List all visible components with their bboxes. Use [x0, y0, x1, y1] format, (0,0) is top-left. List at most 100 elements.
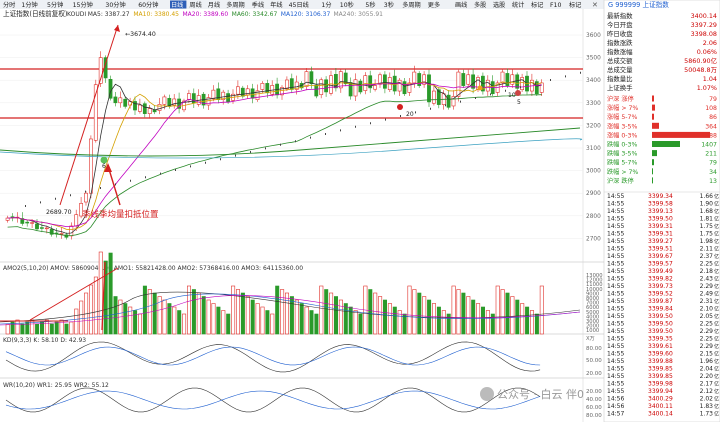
- price-tick-0: 3600: [586, 33, 601, 39]
- tab-16[interactable]: 3秒: [384, 1, 394, 9]
- tick-amount: 2.25: [700, 261, 714, 268]
- volume-bar: [333, 296, 338, 335]
- tab-12[interactable]: 45日线: [289, 1, 309, 9]
- tick-unit: 亿: [714, 231, 719, 238]
- volume-bar: [265, 310, 270, 335]
- breadth-label-1: 涨幅 > 7%: [607, 104, 638, 112]
- volume-bar: [240, 292, 245, 335]
- marker-2: 20: [406, 111, 414, 118]
- candle: [353, 79, 358, 97]
- volume-bar: [382, 299, 387, 335]
- price-tick-4: 3200: [586, 123, 601, 129]
- tab-14[interactable]: 10秒: [340, 1, 354, 9]
- volume-bar: [387, 303, 392, 335]
- tab-9[interactable]: 多周期: [226, 1, 245, 9]
- candle: [456, 71, 461, 97]
- volume-bar: [510, 296, 515, 335]
- volume-bar: [500, 289, 505, 335]
- breadth-value-5: 1407: [701, 142, 717, 149]
- price-tick-3: 3300: [586, 101, 601, 107]
- tab-15[interactable]: 5秒: [365, 1, 375, 9]
- ma-label-5: MA120: 3106.37: [281, 11, 331, 18]
- candle: [319, 79, 324, 95]
- tick-time: 14:55: [607, 381, 624, 388]
- tab-5[interactable]: 60分钟: [138, 1, 158, 9]
- tick-time: 14:55: [607, 208, 624, 215]
- candle: [304, 71, 309, 87]
- volume-bar: [25, 321, 30, 335]
- candle: [138, 104, 142, 112]
- tab-6[interactable]: 日线: [171, 1, 183, 9]
- candle: [250, 88, 255, 99]
- tick-time: 14:55: [607, 291, 624, 298]
- ma-label-2: MA10: 3380.45: [133, 11, 179, 18]
- annotation-text: 季线季均量扣抵位置: [82, 209, 159, 220]
- volume-bar: [505, 292, 510, 335]
- volume-bar: [378, 296, 383, 335]
- volume-bar: [471, 299, 476, 335]
- tab-3[interactable]: 15分钟: [73, 1, 93, 9]
- tick-price: 3399.87: [648, 298, 673, 305]
- volume-bar: [299, 303, 304, 335]
- candle: [84, 192, 88, 203]
- stat-label-6: 总成交量: [607, 65, 633, 74]
- tab-1[interactable]: 1分钟: [21, 1, 37, 9]
- tick-unit: 亿: [714, 268, 719, 275]
- candle: [162, 96, 167, 105]
- tab-4[interactable]: 30分钟: [105, 1, 125, 9]
- tab-0[interactable]: 分时: [3, 1, 15, 9]
- tick-time: 14:55: [607, 283, 624, 290]
- close-icon[interactable]: ✕: [592, 1, 598, 9]
- toolbar-button-6[interactable]: 标记: [569, 1, 581, 9]
- tick-amount: 2.04: [700, 366, 714, 373]
- tick-amount: 2.29: [700, 328, 714, 335]
- candle: [69, 225, 74, 237]
- tick-price: 3399.31: [648, 223, 673, 230]
- volume-bar: [182, 313, 187, 335]
- chart-title: 上证指数(日线前复权): [3, 9, 68, 18]
- tick-time: 14:55: [607, 351, 624, 358]
- breadth-bar-9: [652, 177, 653, 184]
- candle: [123, 98, 128, 107]
- wechat-icon: [480, 387, 494, 401]
- toolbar-button-5[interactable]: F10: [550, 2, 561, 9]
- volume-bar: [162, 299, 167, 335]
- volume-bar: [534, 313, 539, 335]
- volume-bar: [343, 303, 348, 335]
- candle: [142, 103, 147, 114]
- toolbar-button-1[interactable]: 多股: [474, 1, 486, 9]
- breadth-value-8: 34: [709, 169, 717, 176]
- toolbar-button-3[interactable]: 统计: [512, 1, 524, 9]
- tick-price: 3399.34: [648, 193, 673, 200]
- tick-unit: 亿: [714, 373, 719, 380]
- toolbar-button-0[interactable]: 画线: [455, 1, 467, 9]
- tick-price: 3399.35: [648, 336, 673, 343]
- tab-17[interactable]: 多周期: [402, 1, 421, 9]
- price-tick-9: 2700: [586, 236, 601, 242]
- tick-time: 14:55: [607, 246, 624, 253]
- tick-price: 3399.73: [648, 283, 673, 290]
- toolbar-button-2[interactable]: 选股: [493, 1, 505, 9]
- candle: [284, 79, 289, 90]
- price-tick-6: 3000: [586, 169, 601, 175]
- volume-bar: [284, 292, 289, 335]
- tab-11[interactable]: 年线: [270, 1, 282, 9]
- tab-7[interactable]: 周线: [189, 1, 201, 9]
- volume-bar: [177, 310, 182, 335]
- tick-unit: 亿: [714, 403, 719, 410]
- stat-value-5: 5860.90亿: [684, 56, 717, 65]
- tab-13[interactable]: 1分: [321, 1, 331, 9]
- tab-8[interactable]: 月线: [208, 1, 220, 9]
- volume-bar: [436, 306, 441, 335]
- toolbar-button-4[interactable]: 标记: [531, 1, 543, 9]
- tick-amount: 2.18: [700, 268, 714, 275]
- tab-10[interactable]: 季线: [252, 1, 264, 9]
- candle: [402, 81, 407, 95]
- breadth-value-0: 79: [709, 96, 717, 103]
- tab-18[interactable]: 更多: [428, 1, 440, 9]
- volume-bar: [392, 306, 397, 335]
- tab-2[interactable]: 5分钟: [47, 1, 63, 9]
- tick-amount: 2.15: [700, 351, 714, 358]
- tick-unit: 亿: [714, 276, 719, 283]
- tick-time: 14:55: [607, 261, 624, 268]
